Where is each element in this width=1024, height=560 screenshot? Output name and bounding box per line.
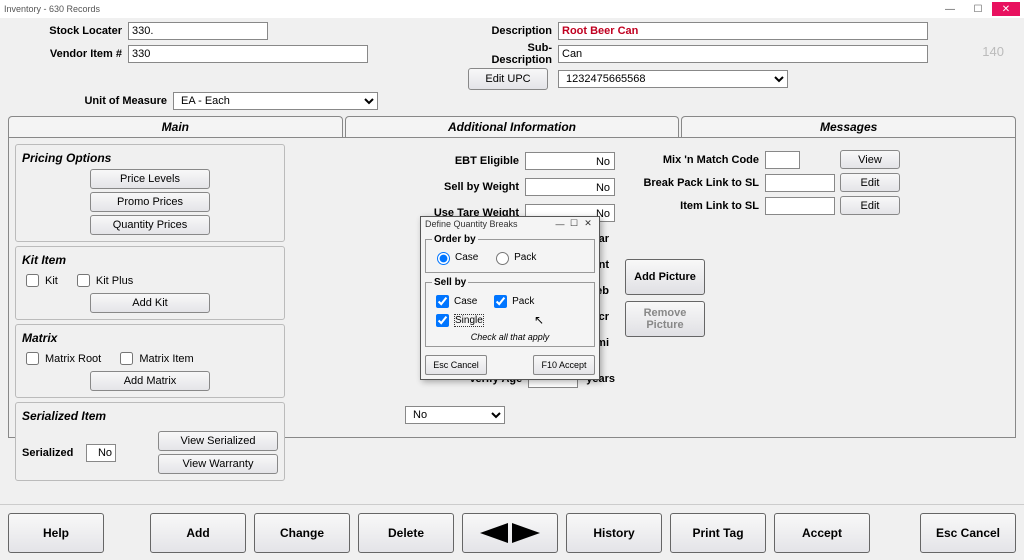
promo-prices-button[interactable]: Promo Prices [90,192,210,212]
titlebar: Inventory - 630 Records — ☐ ✕ [0,0,1024,18]
ebt-label: EBT Eligible [295,155,525,167]
sell-by-weight-label: Sell by Weight [295,181,525,193]
item-link-input[interactable] [765,197,835,215]
kit-plus-checkbox[interactable]: Kit Plus [73,271,133,290]
history-button[interactable]: History [566,513,662,553]
bottom-toolbar: Help Add Change Delete History Print Tag… [0,504,1024,560]
help-button[interactable]: Help [8,513,104,553]
minimize-icon[interactable]: — [936,2,964,16]
serialized-value[interactable] [86,444,116,462]
tab-additional-info[interactable]: Additional Information [345,116,680,137]
mix-match-input[interactable] [765,151,800,169]
view-serialized-button[interactable]: View Serialized [158,431,278,451]
serialized-title: Serialized Item [22,409,278,423]
add-picture-button[interactable]: Add Picture [625,259,705,295]
dialog-f10-accept-button[interactable]: F10 Accept [533,355,595,375]
order-by-case-radio[interactable]: Case [432,249,478,265]
description-input[interactable] [558,22,928,40]
dialog-minimize-icon[interactable]: — [553,219,567,229]
matrix-item-checkbox[interactable]: Matrix Item [116,349,193,368]
sell-by-legend: Sell by [432,277,468,288]
close-icon[interactable]: ✕ [992,2,1020,16]
view-warranty-button[interactable]: View Warranty [158,454,278,474]
bottom-select[interactable]: No [405,406,505,424]
stock-locater-input[interactable] [128,22,268,40]
order-by-group: Order by Case Pack [425,234,595,273]
add-matrix-button[interactable]: Add Matrix [90,371,210,391]
add-kit-button[interactable]: Add Kit [90,293,210,313]
define-quantity-breaks-dialog: Define Quantity Breaks — ☐ ✕ Order by Ca… [420,216,600,380]
vendor-item-label: Vendor Item # [8,48,128,60]
edit-item-link-button[interactable]: Edit [840,196,900,215]
pricing-options-title: Pricing Options [22,151,278,165]
dialog-maximize-icon[interactable]: ☐ [567,218,581,229]
edit-upc-button[interactable]: Edit UPC [468,68,548,90]
kit-checkbox[interactable]: Kit [22,271,58,290]
tab-bar: Main Additional Information Messages [8,116,1016,138]
tab-messages[interactable]: Messages [681,116,1016,137]
uom-label: Unit of Measure [8,95,173,107]
dialog-title: Define Quantity Breaks [425,219,553,229]
remove-picture-button[interactable]: Remove Picture [625,301,705,337]
sell-by-group: Sell by Case Pack Single Check all that … [425,277,595,347]
price-levels-button[interactable]: Price Levels [90,169,210,189]
sell-by-case-checkbox[interactable]: Case [432,292,477,311]
print-tag-button[interactable]: Print Tag [670,513,766,553]
dialog-esc-cancel-button[interactable]: Esc Cancel [425,355,487,375]
subdesc-label: Sub-Description [468,42,558,66]
mix-match-label: Mix 'n Match Code [625,154,765,166]
tab-main[interactable]: Main [8,116,343,137]
window-title: Inventory - 630 Records [4,4,936,14]
add-button[interactable]: Add [150,513,246,553]
dialog-close-icon[interactable]: ✕ [581,218,595,229]
dialog-titlebar: Define Quantity Breaks — ☐ ✕ [421,217,599,230]
quantity-prices-button[interactable]: Quantity Prices [90,215,210,235]
kit-item-title: Kit Item [22,253,278,267]
item-link-label: Item Link to SL [625,200,765,212]
ebt-value[interactable]: No [525,152,615,170]
subdesc-input[interactable] [558,45,928,63]
accept-button[interactable]: Accept [774,513,870,553]
upc-select[interactable]: 1232475665568 [558,70,788,88]
vendor-item-input[interactable] [128,45,368,63]
maximize-icon[interactable]: ☐ [964,2,992,16]
change-button[interactable]: Change [254,513,350,553]
sell-by-single-checkbox[interactable]: Single [432,311,484,330]
esc-cancel-button[interactable]: Esc Cancel [920,513,1016,553]
order-by-legend: Order by [432,234,478,245]
delete-button[interactable]: Delete [358,513,454,553]
description-label: Description [468,25,558,37]
page-count: 140 [982,44,1004,59]
break-pack-label: Break Pack Link to SL [625,177,765,189]
sell-by-note: Check all that apply [432,332,588,342]
break-pack-input[interactable] [765,174,835,192]
edit-break-pack-button[interactable]: Edit [840,173,900,192]
order-by-pack-radio[interactable]: Pack [491,249,536,265]
sell-by-weight-value[interactable]: No [525,178,615,196]
view-button[interactable]: View [840,150,900,169]
matrix-root-checkbox[interactable]: Matrix Root [22,349,101,368]
nav-arrows[interactable] [462,513,558,553]
serialized-label: Serialized [22,447,82,459]
uom-select[interactable]: EA - Each [173,92,378,110]
stock-locater-label: Stock Locater [8,25,128,37]
sell-by-pack-checkbox[interactable]: Pack [490,292,534,311]
matrix-title: Matrix [22,331,278,345]
